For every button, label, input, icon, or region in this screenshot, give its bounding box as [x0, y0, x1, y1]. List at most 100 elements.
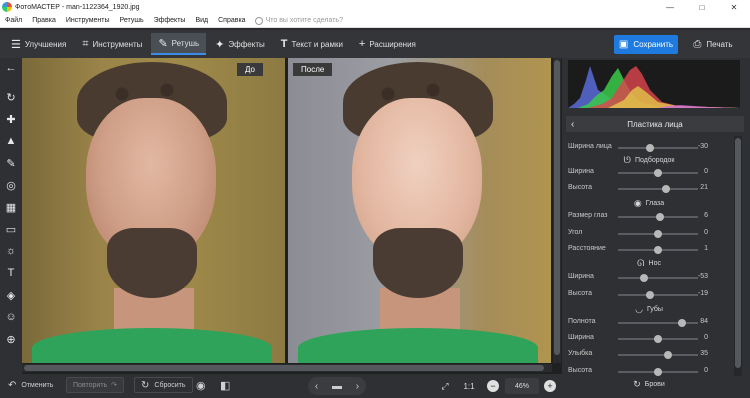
scroll-thumb[interactable]: [735, 138, 741, 368]
tab-improvements[interactable]: ☰ Улучшения: [4, 33, 73, 55]
lips-icon: ◡: [635, 303, 643, 314]
slider-label: Высота: [568, 184, 593, 191]
tab-label: Улучшения: [24, 39, 67, 49]
menu-item-effects[interactable]: Эффекты: [149, 17, 191, 24]
tab-tools[interactable]: ⌗ Инструменты: [75, 33, 149, 55]
slider-chin-width[interactable]: Ширина 0: [566, 165, 732, 181]
slider-lips-smile[interactable]: Улыбка 35: [566, 347, 732, 363]
panel-title: Пластика лица: [627, 119, 683, 129]
slider-track[interactable]: [618, 277, 698, 279]
slider-knob[interactable]: [640, 274, 648, 282]
section-label: Брови: [644, 380, 665, 388]
back-arrow-icon[interactable]: ←: [0, 60, 22, 76]
slider-value: -53: [697, 273, 708, 280]
zoom-value[interactable]: 46%: [505, 378, 539, 394]
slider-track[interactable]: [618, 354, 698, 356]
preview-eye-icon[interactable]: ◉: [196, 377, 206, 393]
redo-button[interactable]: Повторить ↷: [66, 377, 125, 393]
reset-label: Сбросить: [154, 381, 186, 389]
zoom-out-button[interactable]: −: [486, 377, 500, 395]
sun-icon[interactable]: ☼: [0, 243, 22, 259]
close-button[interactable]: ✕: [718, 3, 750, 12]
actual-size-button[interactable]: 1:1: [460, 377, 478, 395]
rotate-icon[interactable]: ↻: [0, 89, 22, 105]
panel-back-icon[interactable]: ‹: [571, 119, 574, 130]
slider-knob[interactable]: [678, 319, 686, 327]
slider-knob[interactable]: [656, 213, 664, 221]
gradient-icon[interactable]: ▦: [0, 199, 22, 215]
scroll-thumb[interactable]: [554, 60, 560, 355]
menu-item-view[interactable]: Вид: [190, 17, 213, 24]
tab-label: Инструменты: [92, 39, 143, 49]
slider-lips-width[interactable]: Ширина 0: [566, 331, 732, 347]
slider-knob[interactable]: [654, 230, 662, 238]
prev-image-icon[interactable]: ‹: [315, 381, 318, 392]
photo-beard: [107, 228, 197, 298]
slider-eye-size[interactable]: Размер глаз 6: [566, 209, 732, 225]
tab-label: Текст и рамки: [291, 39, 343, 49]
slider-knob[interactable]: [654, 368, 662, 376]
print-button[interactable]: ⎙ Печать: [681, 35, 745, 54]
reset-button[interactable]: ↻ Сбросить: [134, 377, 193, 393]
photo-shirt: [32, 328, 272, 363]
save-button[interactable]: ▣ Сохранить: [614, 35, 678, 54]
next-image-icon[interactable]: ›: [356, 381, 359, 392]
scroll-thumb[interactable]: [24, 365, 544, 371]
tab-retouch[interactable]: ✎ Ретушь: [151, 33, 207, 55]
target-icon[interactable]: ◎: [0, 177, 22, 193]
slider-lips-fullness[interactable]: Полнота 84: [566, 315, 732, 331]
slider-track[interactable]: [618, 322, 698, 324]
vignette-icon[interactable]: ▭: [0, 221, 22, 237]
slider-knob[interactable]: [662, 185, 670, 193]
menu-item-file[interactable]: Файл: [0, 17, 27, 24]
bandage-icon[interactable]: ✚: [0, 111, 22, 127]
folder-icon[interactable]: ▬: [332, 381, 342, 392]
fill-icon[interactable]: ◈: [0, 287, 22, 303]
brush-icon[interactable]: ✎: [0, 155, 22, 171]
tab-text-frames[interactable]: T Текст и рамки: [274, 33, 350, 55]
undo-button[interactable]: ↶ Отменить: [8, 377, 53, 393]
maximize-button[interactable]: □: [686, 3, 718, 12]
minimize-button[interactable]: —: [654, 3, 686, 12]
text-icon: T: [280, 38, 288, 50]
zoom-in-button[interactable]: +: [543, 377, 557, 395]
slider-label: Ширина: [568, 168, 594, 175]
vertical-scrollbar[interactable]: [553, 58, 561, 363]
globe-icon[interactable]: ⊕: [0, 331, 22, 347]
slider-track[interactable]: [618, 294, 698, 296]
compare-icon[interactable]: ◧: [220, 377, 230, 393]
menu-item-edit[interactable]: Правка: [27, 17, 61, 24]
slider-knob[interactable]: [654, 169, 662, 177]
slider-knob[interactable]: [654, 335, 662, 343]
menu-item-tools[interactable]: Инструменты: [61, 17, 115, 24]
tab-extensions[interactable]: + Расширения: [352, 33, 423, 55]
slider-knob[interactable]: [646, 144, 654, 152]
stamp-icon[interactable]: ▲: [0, 133, 22, 149]
slider-track[interactable]: [618, 188, 698, 190]
slider-value: 6: [704, 212, 708, 219]
image-canvas[interactable]: До После: [22, 58, 562, 374]
slider-value: 0: [704, 334, 708, 341]
tab-effects[interactable]: ✦ Эффекты: [208, 33, 272, 55]
wand-icon: ✦: [215, 38, 225, 51]
panel-scrollbar[interactable]: [734, 136, 742, 376]
slider-value: 84: [700, 318, 708, 325]
search-box[interactable]: Что вы хотите сделать?: [254, 16, 343, 25]
slider-knob[interactable]: [646, 291, 654, 299]
slider-knob[interactable]: [654, 246, 662, 254]
slider-knob[interactable]: [664, 351, 672, 359]
app-name: ФотоМАСТЕР: [15, 3, 60, 11]
tab-label: Эффекты: [228, 39, 265, 49]
slider-nose-width[interactable]: Ширина -53: [566, 270, 732, 286]
panel-header: ‹ Пластика лица: [566, 116, 744, 132]
slider-eye-angle[interactable]: Угол 0: [566, 226, 732, 242]
fit-screen-icon[interactable]: ⤢: [438, 377, 452, 395]
menu-item-help[interactable]: Справка: [213, 17, 250, 24]
slider-chin-height[interactable]: Высота 21: [566, 181, 732, 197]
face-icon[interactable]: ☺: [0, 309, 22, 325]
horizontal-scrollbar[interactable]: [22, 364, 552, 372]
text-tool-icon[interactable]: T: [0, 265, 22, 281]
menu-item-retouch[interactable]: Ретушь: [115, 17, 149, 24]
slider-nose-height[interactable]: Высота -19: [566, 287, 732, 303]
slider-track[interactable]: [618, 147, 698, 149]
